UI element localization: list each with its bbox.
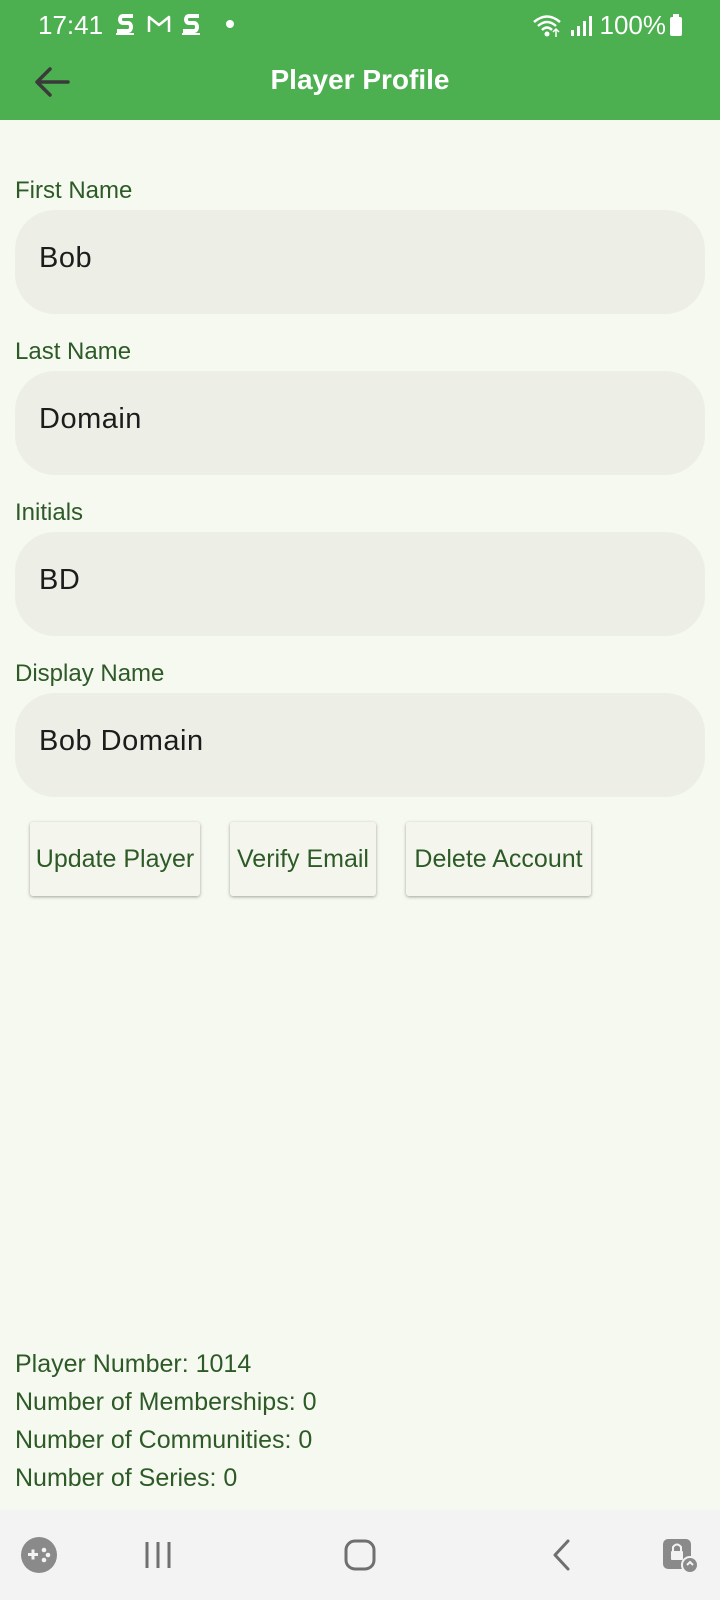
secure-folder-icon (663, 1539, 699, 1574)
player-number-text: Player Number: 1014 (15, 1350, 252, 1378)
last-name-field[interactable]: Domain (15, 371, 705, 475)
skype-s-icon (116, 14, 134, 35)
app-header: 17:41 100% Player Profile (0, 0, 720, 120)
display-name-field[interactable]: Bob Domain (15, 693, 705, 797)
initials-value: BD (39, 564, 81, 596)
first-name-value: Bob (39, 242, 93, 274)
notification-dot-icon (226, 20, 234, 28)
last-name-value: Domain (39, 403, 142, 435)
initials-label: Initials (15, 499, 84, 526)
secure-folder-button[interactable] (655, 1530, 705, 1580)
status-notification-icons (114, 12, 234, 36)
first-name-label: First Name (15, 177, 133, 204)
display-name-label: Display Name (15, 660, 165, 687)
page-title: Player Profile (270, 64, 450, 95)
game-launcher-button[interactable] (14, 1530, 64, 1580)
skype-s-icon-2 (182, 14, 200, 35)
back-icon (553, 1539, 570, 1571)
home-button[interactable] (335, 1530, 385, 1580)
battery-icon (670, 14, 682, 36)
delete-account-button[interactable]: Delete Account (406, 822, 591, 896)
last-name-label: Last Name (15, 338, 132, 365)
recent-apps-button[interactable] (133, 1530, 183, 1580)
memberships-count-text: Number of Memberships: 0 (15, 1388, 317, 1416)
status-bar: 17:41 100% (0, 0, 720, 52)
communities-count-text: Number of Communities: 0 (15, 1426, 313, 1454)
status-right: 100% (532, 10, 667, 41)
recent-apps-icon (145, 1542, 171, 1568)
series-count-text: Number of Series: 0 (15, 1464, 238, 1492)
status-time: 17:41 (38, 10, 104, 40)
display-name-value: Bob Domain (39, 725, 204, 757)
home-icon (344, 1539, 376, 1571)
battery-percent: 100% (599, 10, 667, 40)
game-launcher-icon (21, 1537, 57, 1573)
gmail-icon (147, 15, 171, 32)
system-back-button[interactable] (537, 1530, 587, 1580)
update-player-button[interactable]: Update Player (30, 822, 200, 896)
wifi-icon (532, 14, 561, 37)
signal-icon (570, 15, 592, 36)
initials-field[interactable]: BD (15, 532, 705, 636)
system-nav-bar (0, 1510, 720, 1600)
first-name-field[interactable]: Bob (15, 210, 705, 314)
verify-email-button[interactable]: Verify Email (230, 822, 376, 896)
